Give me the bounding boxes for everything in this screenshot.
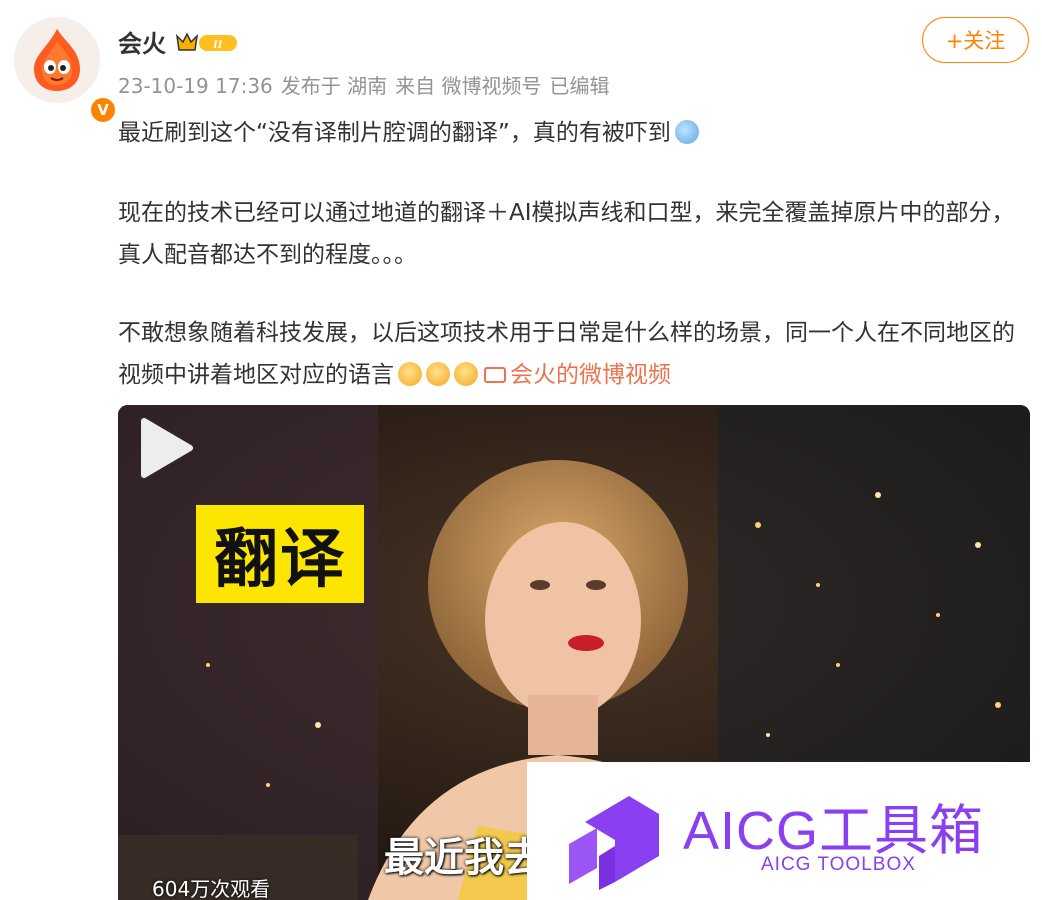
svg-text:II: II <box>212 37 224 51</box>
post-paragraph-3: 不敢想象随着科技发展，以后这项技术用于日常是什么样的场景，同一个人在不同地区的视… <box>118 312 1030 396</box>
view-count: 604万次观看 <box>152 877 271 900</box>
username[interactable]: 会火 <box>118 24 166 59</box>
video-link[interactable]: 会火的微博视频 <box>510 362 671 388</box>
verified-badge: V <box>88 95 118 125</box>
post-paragraph-2: 现在的技术已经可以通过地道的翻译＋AI模拟声线和口型，来完全覆盖掉原片中的部分，… <box>118 200 1015 268</box>
shocked-emoji-icon <box>398 362 422 386</box>
aicg-logo-icon <box>569 796 659 890</box>
play-icon[interactable] <box>118 405 204 491</box>
sweat-emoji-icon <box>674 120 699 144</box>
crown-level-icon: II <box>175 32 237 51</box>
post-meta: 23-10-19 17:36 发布于 湖南 来自 微博视频号 已编辑 <box>118 70 618 99</box>
overlay-label: 翻译 <box>196 505 364 603</box>
edited-label[interactable]: 已编辑 <box>550 74 610 98</box>
post-paragraph-1: 最近刷到这个“没有译制片腔调的翻译”，真的有被吓到 <box>118 112 1030 154</box>
flame-mascot-icon <box>14 17 100 103</box>
post-date[interactable]: 23-10-19 17:36 <box>118 74 273 98</box>
shocked-emoji-icon <box>454 362 478 386</box>
publish-location: 发布于 湖南 <box>280 74 388 98</box>
post-source[interactable]: 来自 微博视频号 <box>395 74 541 98</box>
video-subtitle: 最近我去 <box>384 835 544 881</box>
video-camera-icon <box>484 367 506 383</box>
follow-button[interactable]: +关注 <box>922 17 1029 63</box>
shocked-emoji-icon <box>426 362 450 386</box>
avatar[interactable]: V <box>14 17 118 125</box>
watermark: AICG工具箱 AICG TOOLBOX <box>527 762 1030 900</box>
paragraph-1-text: 最近刷到这个“没有译制片腔调的翻译”，真的有被吓到 <box>118 120 671 146</box>
watermark-subtitle: AICG TOOLBOX <box>761 854 916 875</box>
